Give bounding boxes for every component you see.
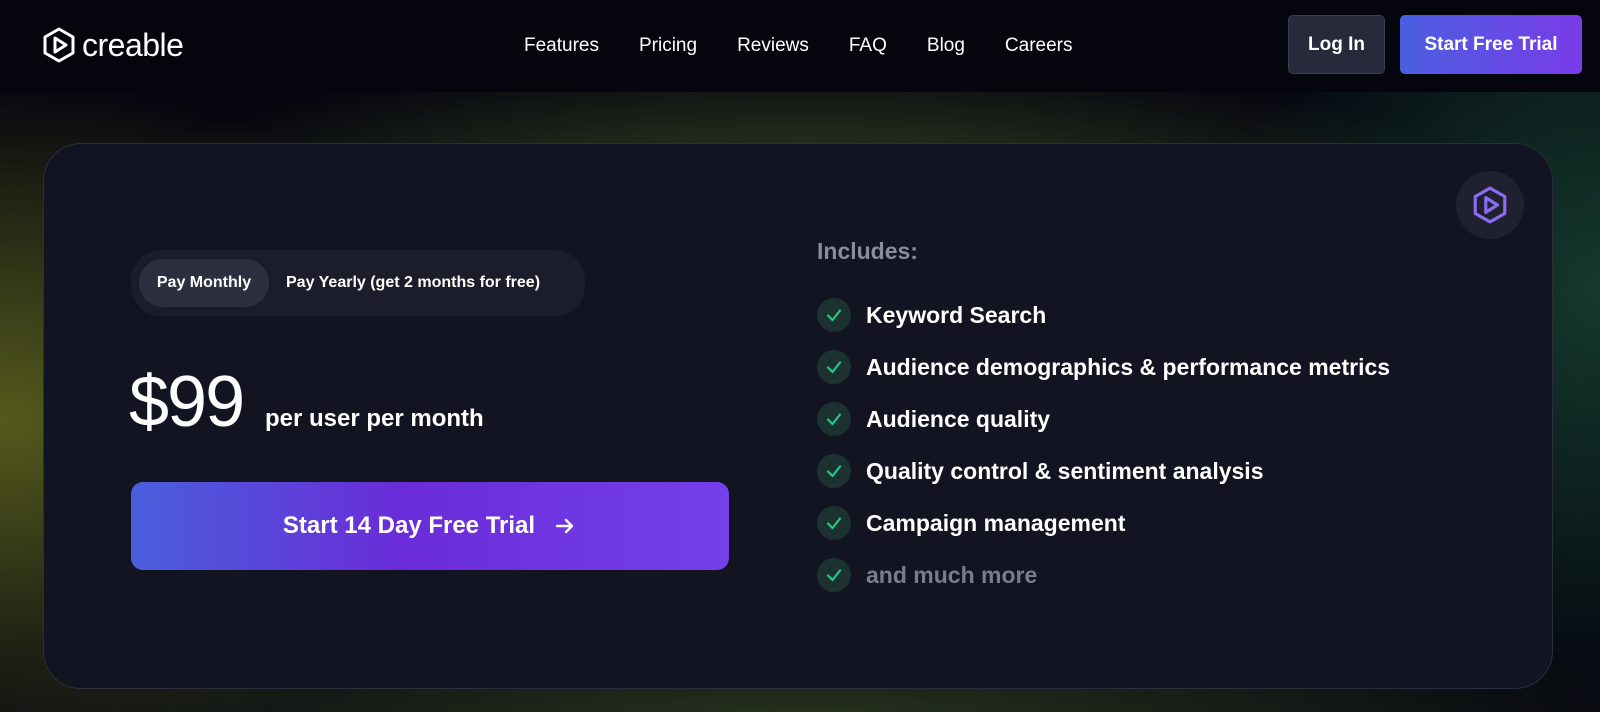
price-unit: per user per month [265, 405, 484, 432]
logo[interactable]: creable [42, 27, 184, 63]
login-button[interactable]: Log In [1288, 15, 1385, 74]
card-badge [1456, 171, 1524, 239]
feature-item: Audience quality [817, 393, 1390, 445]
feature-item: Quality control & sentiment analysis [817, 445, 1390, 497]
nav-pricing[interactable]: Pricing [639, 34, 697, 58]
check-icon [817, 558, 851, 592]
feature-label: Quality control & sentiment analysis [866, 457, 1264, 484]
creable-badge-icon [1473, 186, 1507, 224]
feature-item: Keyword Search [817, 289, 1390, 341]
start-14-day-trial-button[interactable]: Start 14 Day Free Trial [131, 482, 729, 570]
arrow-right-icon [555, 518, 574, 534]
feature-label: Keyword Search [866, 301, 1047, 328]
price-amount: $99 [129, 362, 245, 442]
pay-yearly-option[interactable]: Pay Yearly (get 2 months for free) [286, 259, 540, 307]
start-free-trial-button[interactable]: Start Free Trial [1400, 15, 1582, 74]
check-icon [817, 506, 851, 540]
billing-toggle: Pay Monthly Pay Yearly (get 2 months for… [131, 250, 585, 316]
feature-list: Keyword Search Audience demographics & p… [817, 289, 1390, 601]
feature-label: Audience demographics & performance metr… [866, 353, 1391, 380]
feature-label: Campaign management [866, 509, 1126, 536]
nav-blog[interactable]: Blog [927, 34, 965, 58]
logo-text: creable [82, 27, 184, 63]
feature-label: Audience quality [866, 405, 1051, 432]
pay-monthly-option[interactable]: Pay Monthly [139, 259, 269, 307]
cta-label: Start 14 Day Free Trial [282, 512, 536, 539]
check-icon [817, 298, 851, 332]
feature-item: Campaign management [817, 497, 1390, 549]
feature-item: and much more [817, 549, 1390, 601]
top-navbar: creable Features Pricing Reviews FAQ Blo… [0, 0, 1600, 92]
nav-reviews[interactable]: Reviews [737, 34, 809, 58]
includes-title: Includes: [817, 238, 918, 264]
creable-logo-icon [43, 27, 75, 63]
nav-faq[interactable]: FAQ [849, 34, 887, 58]
feature-item: Audience demographics & performance metr… [817, 341, 1390, 393]
nav-features[interactable]: Features [524, 34, 599, 58]
check-icon [817, 402, 851, 436]
feature-label-more: and much more [866, 561, 1038, 588]
check-icon [817, 350, 851, 384]
main-nav: Features Pricing Reviews FAQ Blog Career… [524, 34, 1113, 58]
check-icon [817, 454, 851, 488]
pricing-card: Pay Monthly Pay Yearly (get 2 months for… [43, 143, 1553, 689]
nav-careers[interactable]: Careers [1005, 34, 1073, 58]
